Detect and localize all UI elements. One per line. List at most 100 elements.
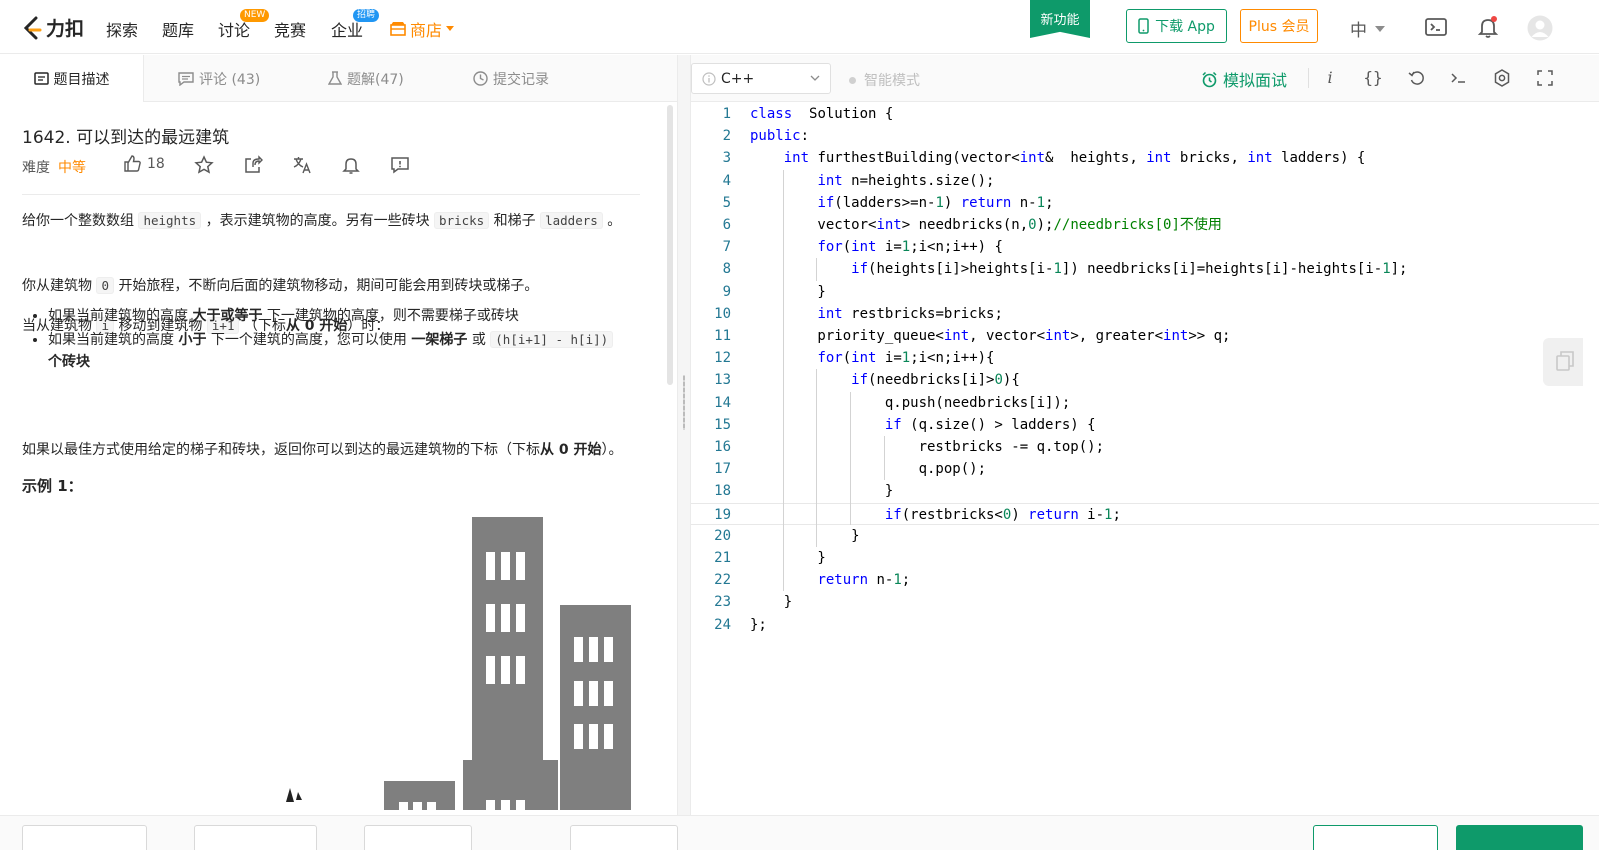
code-line[interactable]: 17 q.pop(); [691, 458, 1599, 480]
code-text: if(ladders>=n-1) return n-1; [750, 192, 1054, 214]
code-line[interactable]: 1 class Solution { [691, 103, 1599, 125]
reset-icon[interactable] [1406, 67, 1428, 89]
question-list-button[interactable] [22, 825, 147, 850]
problem-tabs: 题目描述 评论 (43) 题解(47) 提交记录 [0, 55, 677, 102]
line-number: 14 [714, 394, 731, 411]
like-button[interactable]: 18 [124, 155, 165, 172]
code-line[interactable]: 4 int n=heights.size(); [691, 170, 1599, 192]
share-icon[interactable] [243, 155, 263, 175]
code-line[interactable]: 22 return n-1; [691, 569, 1599, 591]
nav-store[interactable]: 商店 [390, 17, 455, 41]
keyword-token: int [1163, 328, 1189, 344]
keyword-token: int [1247, 150, 1273, 167]
code-text: int n=heights.size(); [750, 170, 994, 192]
line-number: 23 [714, 594, 731, 611]
keyword-token: return [1028, 506, 1079, 523]
code-line[interactable]: 8 if(heights[i]>heights[i-1]) needbricks… [691, 258, 1599, 280]
code-line[interactable]: 19 if(restbricks<0) return i-1; [691, 502, 1599, 526]
submit-button[interactable] [1456, 825, 1583, 850]
star-icon[interactable] [194, 155, 214, 175]
code-line[interactable]: 24}; [691, 614, 1599, 636]
side-panel-toggle[interactable] [1543, 338, 1583, 386]
nav-problemset[interactable]: 题库 [162, 17, 194, 41]
tab-comments[interactable]: 评论 (43) [178, 55, 260, 102]
settings-gear-icon[interactable] [1491, 67, 1513, 89]
code-token: }; [750, 616, 767, 633]
line-number: 1 [722, 106, 731, 122]
code-line[interactable]: 20 } [691, 525, 1599, 547]
code-token: ){ [1002, 372, 1020, 389]
keyword-token: if [884, 506, 902, 523]
keyword-token: int [943, 328, 970, 344]
code-line[interactable]: 7 for(int i=1;i<n;i++) { [691, 236, 1599, 258]
avatar[interactable] [1527, 15, 1553, 41]
line-number: 19 [714, 506, 731, 523]
code-text: if(restbricks<0) return i-1; [750, 504, 1121, 526]
keyword-token: int [817, 172, 843, 189]
code-line[interactable]: 11 priority_queue<int, vector<int>, grea… [691, 325, 1599, 347]
indent-guide [782, 169, 784, 592]
keyword-token: int [1019, 150, 1046, 167]
bell-icon[interactable] [341, 155, 361, 175]
flask-icon [328, 71, 342, 85]
tab-description[interactable]: 题目描述 [0, 55, 144, 102]
panel-splitter[interactable] [677, 55, 691, 815]
code-line[interactable]: 14 q.push(needbricks[i]); [691, 392, 1599, 414]
smart-mode-toggle[interactable]: 智能模式 [849, 70, 920, 90]
logo[interactable]: 力扣 [22, 14, 84, 41]
language-select[interactable]: C++ [691, 63, 831, 94]
nav-contest[interactable]: 竞赛 [274, 17, 306, 41]
code-line[interactable]: 10 int restbricks=bricks; [691, 303, 1599, 325]
code-token: bricks, [1171, 150, 1248, 167]
plus-member-button[interactable]: Plus 会员 [1240, 9, 1318, 43]
tab-submissions[interactable]: 提交记录 [473, 55, 549, 102]
keyword-token: return [817, 572, 869, 589]
translate-icon[interactable] [292, 155, 312, 175]
code-line[interactable]: 12 for(int i=1;i<n;i++){ [691, 347, 1599, 369]
run-code-button[interactable] [1313, 825, 1438, 850]
new-feature-ribbon[interactable]: 新功能 [1030, 0, 1090, 38]
code-token: } [750, 283, 826, 300]
download-app-button[interactable]: 下载 App [1126, 9, 1227, 43]
playground-icon[interactable] [1424, 15, 1448, 39]
problem-title: 1642. 可以到达的最远建筑 [22, 128, 230, 148]
text: 。 [607, 213, 622, 229]
prev-question-button[interactable] [194, 825, 317, 850]
description-icon [33, 72, 49, 85]
paragraph-return: 如果以最佳方式使用给定的梯子和砖块，返回你可以到达的最远建筑物的下标（下标从 0… [22, 439, 642, 462]
code-line[interactable]: 6 vector<int> needbricks(n,0);//needbric… [691, 214, 1599, 236]
code-editor[interactable]: 1 class Solution {2 public: 3 int furthestB… [691, 102, 1599, 815]
notification-bell-icon[interactable] [1476, 15, 1500, 39]
mock-interview-button[interactable]: 模拟面试 [1201, 67, 1287, 91]
language-selector[interactable]: 中 [1350, 16, 1385, 41]
keyword-token: return [960, 194, 1012, 211]
tab-solutions[interactable]: 题解(47) [328, 55, 404, 102]
code-line[interactable]: 21 } [691, 547, 1599, 569]
code-line[interactable]: 2 public: [691, 125, 1599, 147]
format-braces-icon[interactable]: {} [1362, 67, 1384, 89]
scrollbar-thumb[interactable] [667, 105, 673, 385]
code-line[interactable]: 9 } [691, 281, 1599, 303]
code-line[interactable]: 15 if (q.size() > ladders) { [691, 414, 1599, 436]
nav-explore[interactable]: 探索 [106, 17, 138, 41]
info-icon [702, 71, 716, 86]
text: 你从建筑物 [22, 278, 92, 294]
feedback-icon[interactable] [390, 155, 410, 175]
fullscreen-icon[interactable] [1534, 67, 1556, 89]
code-text: int restbricks=bricks; [750, 303, 1002, 325]
code-token: ; [901, 572, 911, 589]
random-question-button[interactable] [364, 825, 472, 850]
code-line[interactable]: 18 } [691, 480, 1599, 502]
language-label: 中 [1350, 21, 1367, 41]
code-line[interactable]: 23 } [691, 591, 1599, 613]
console-icon[interactable] [1448, 67, 1470, 89]
code-line[interactable]: 5 if(ladders>=n-1) return n-1; [691, 192, 1599, 214]
next-question-button[interactable] [570, 825, 678, 850]
code-token: ; [1045, 194, 1054, 211]
code-line[interactable]: 3 int furthestBuilding(vector<int& heigh… [691, 147, 1599, 169]
info-italic-icon[interactable]: i [1319, 67, 1341, 89]
store-label: 商店 [410, 21, 443, 40]
code-token: q.pop(); [750, 461, 987, 478]
code-line[interactable]: 13 if(needbricks[i]>0){ [691, 369, 1599, 391]
code-line[interactable]: 16 restbricks -= q.top(); [691, 436, 1599, 458]
